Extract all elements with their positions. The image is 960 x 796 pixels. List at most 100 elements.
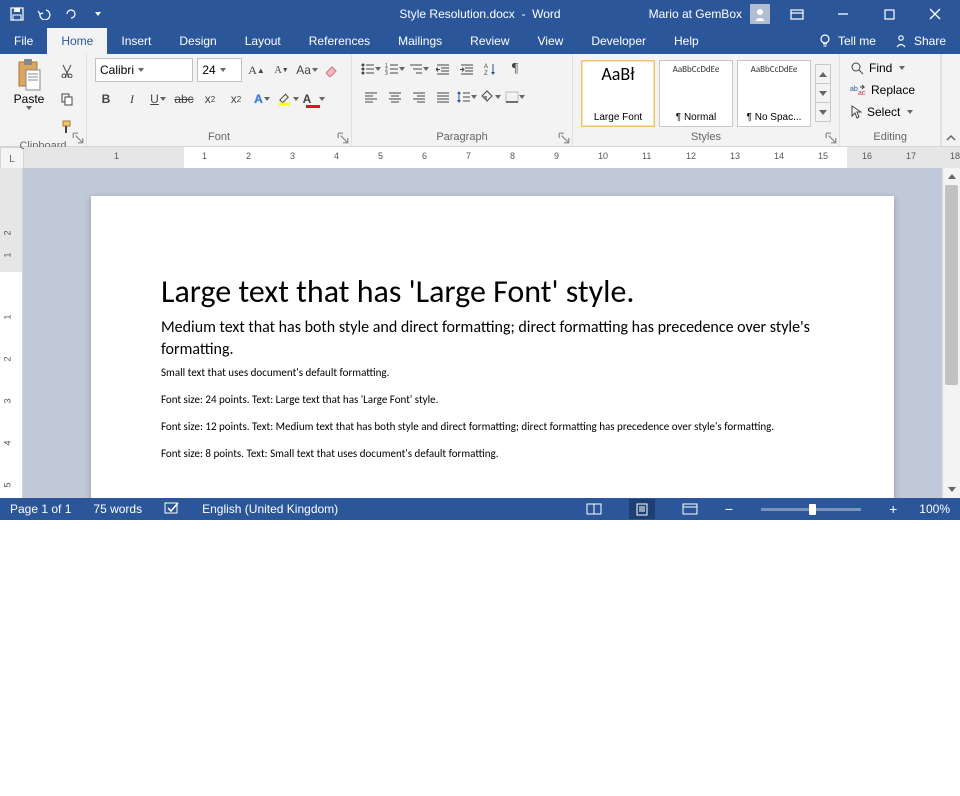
find-button[interactable]: Find — [848, 58, 932, 78]
strikethrough-button[interactable]: abc — [173, 88, 195, 110]
vertical-scrollbar[interactable] — [942, 168, 960, 498]
italic-button[interactable]: I — [121, 88, 143, 110]
highlight-button[interactable] — [277, 88, 299, 110]
text-effects-button[interactable]: A — [251, 88, 273, 110]
font-name-combo[interactable]: Calibri — [95, 58, 193, 82]
zoom-level[interactable]: 100% — [919, 502, 950, 516]
zoom-out-button[interactable]: − — [725, 501, 733, 517]
tab-layout[interactable]: Layout — [231, 28, 295, 54]
scroll-up-button[interactable] — [943, 168, 960, 185]
tab-file[interactable]: File — [0, 28, 47, 54]
doc-paragraph[interactable]: Font size: 24 points. Text: Large text t… — [161, 393, 824, 406]
doc-paragraph[interactable]: Small text that uses document's default … — [161, 366, 824, 379]
zoom-in-button[interactable]: + — [889, 501, 897, 517]
maximize-button[interactable] — [870, 0, 908, 28]
doc-paragraph[interactable]: Font size: 8 points. Text: Small text th… — [161, 447, 824, 460]
shading-button[interactable] — [480, 86, 502, 108]
status-proofing-icon[interactable] — [164, 501, 180, 518]
subscript-button[interactable]: x2 — [199, 88, 221, 110]
vertical-ruler[interactable]: 2 1 1 2 3 4 5 — [0, 168, 23, 498]
page: Large text that has 'Large Font' style. … — [91, 196, 894, 498]
numbering-button[interactable]: 123 — [384, 58, 406, 80]
style-card[interactable]: AaBbCcDdEe¶ No Spac... — [737, 60, 811, 127]
undo-button[interactable] — [31, 1, 57, 27]
qat-customize[interactable] — [85, 1, 111, 27]
select-button[interactable]: Select — [848, 102, 932, 122]
quick-access-toolbar — [4, 1, 111, 27]
account-user-label[interactable]: Mario at GemBox — [649, 7, 742, 21]
multilevel-list-button[interactable] — [408, 58, 430, 80]
document-canvas[interactable]: Large text that has 'Large Font' style. … — [23, 168, 942, 498]
redo-button[interactable] — [58, 1, 84, 27]
status-page[interactable]: Page 1 of 1 — [10, 502, 71, 516]
bold-button[interactable]: B — [95, 88, 117, 110]
dialog-launcher-icon[interactable] — [825, 132, 837, 144]
tab-help[interactable]: Help — [660, 28, 713, 54]
line-spacing-button[interactable] — [456, 86, 478, 108]
save-button[interactable] — [4, 1, 30, 27]
paste-button[interactable]: Paste — [8, 58, 50, 138]
grow-font-button[interactable]: A▲ — [246, 59, 267, 81]
dialog-launcher-icon[interactable] — [72, 132, 84, 144]
tab-mailings[interactable]: Mailings — [384, 28, 456, 54]
view-print-layout-button[interactable] — [629, 499, 655, 519]
bullets-button[interactable] — [360, 58, 382, 80]
borders-button[interactable] — [504, 86, 526, 108]
justify-button[interactable] — [432, 86, 454, 108]
styles-more[interactable] — [815, 65, 831, 122]
show-marks-button[interactable]: ¶ — [504, 58, 526, 80]
decrease-indent-button[interactable] — [432, 58, 454, 80]
align-left-button[interactable] — [360, 86, 382, 108]
dialog-launcher-icon[interactable] — [337, 132, 349, 144]
doc-paragraph[interactable]: Font size: 12 points. Text: Medium text … — [161, 420, 824, 433]
zoom-slider[interactable] — [761, 508, 861, 511]
horizontal-ruler[interactable]: 1123456789101112131415161718 — [24, 147, 960, 169]
tell-me[interactable]: Tell me — [818, 34, 876, 48]
group-paragraph: 123 AZ ¶ Paragraph — [352, 54, 573, 146]
account-avatar-icon[interactable] — [750, 4, 770, 24]
doc-paragraph[interactable]: Large text that has 'Large Font' style. — [161, 272, 824, 311]
style-card[interactable]: AaBbCcDdEe¶ Normal — [659, 60, 733, 127]
replace-button[interactable]: abacReplace — [848, 80, 932, 100]
minimize-button[interactable] — [824, 0, 862, 28]
sort-button[interactable]: AZ — [480, 58, 502, 80]
scrollbar-thumb[interactable] — [945, 185, 958, 385]
font-color-button[interactable]: A — [303, 88, 325, 110]
align-right-button[interactable] — [408, 86, 430, 108]
superscript-button[interactable]: x2 — [225, 88, 247, 110]
tab-references[interactable]: References — [295, 28, 384, 54]
status-word-count[interactable]: 75 words — [93, 502, 142, 516]
svg-text:ac: ac — [858, 90, 866, 96]
shrink-font-button[interactable]: A▼ — [271, 59, 292, 81]
share-button[interactable]: Share — [894, 34, 946, 48]
group-label: Styles — [581, 129, 831, 146]
tab-home[interactable]: Home — [47, 28, 107, 54]
close-button[interactable] — [916, 0, 954, 28]
group-clipboard: Paste Clipboard — [0, 54, 87, 146]
underline-button[interactable]: U — [147, 88, 169, 110]
tab-developer[interactable]: Developer — [577, 28, 660, 54]
collapse-ribbon-button[interactable] — [941, 54, 960, 146]
group-label: Editing — [848, 129, 932, 146]
tab-insert[interactable]: Insert — [107, 28, 165, 54]
dialog-launcher-icon[interactable] — [558, 132, 570, 144]
cut-button[interactable] — [56, 60, 78, 82]
doc-paragraph[interactable]: Medium text that has both style and dire… — [161, 317, 824, 360]
svg-text:ab: ab — [850, 86, 858, 93]
clear-formatting-button[interactable] — [322, 59, 343, 81]
change-case-button[interactable]: Aa — [296, 59, 318, 81]
increase-indent-button[interactable] — [456, 58, 478, 80]
status-language[interactable]: English (United Kingdom) — [202, 502, 338, 516]
tab-design[interactable]: Design — [165, 28, 230, 54]
style-card[interactable]: AaBłLarge Font — [581, 60, 655, 127]
svg-text:Z: Z — [484, 71, 488, 76]
align-center-button[interactable] — [384, 86, 406, 108]
copy-button[interactable] — [56, 88, 78, 110]
tab-review[interactable]: Review — [456, 28, 523, 54]
ribbon-display-options[interactable] — [778, 0, 816, 28]
tab-view[interactable]: View — [524, 28, 578, 54]
scroll-down-button[interactable] — [943, 481, 960, 498]
view-web-layout-button[interactable] — [677, 499, 703, 519]
font-size-combo[interactable]: 24 — [197, 58, 242, 82]
view-read-mode-button[interactable] — [581, 499, 607, 519]
